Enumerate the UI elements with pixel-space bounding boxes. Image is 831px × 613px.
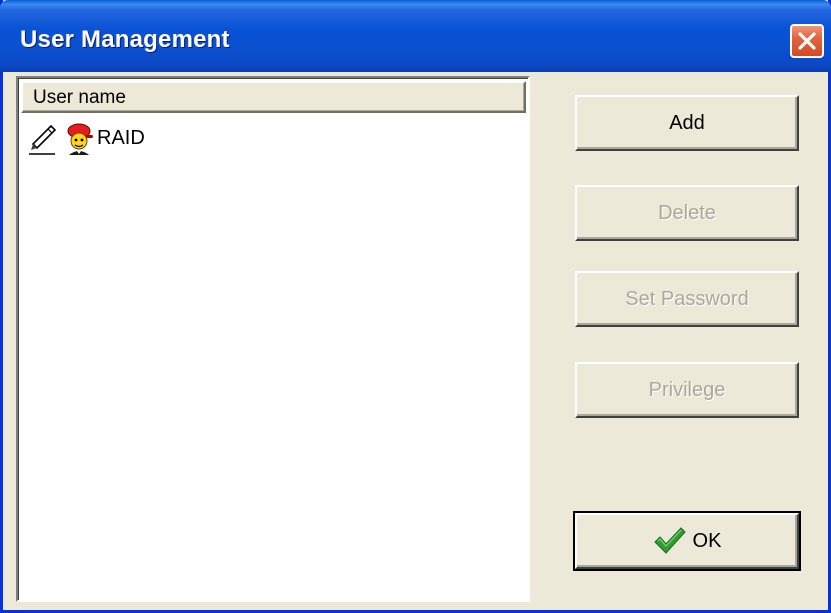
close-icon	[798, 32, 816, 50]
column-header-user-name[interactable]: User name	[21, 81, 526, 113]
title-bar[interactable]: User Management	[0, 0, 831, 72]
ok-button[interactable]: OK	[573, 511, 801, 571]
user-cap-icon	[67, 123, 93, 155]
pen-edit-icon	[29, 124, 57, 155]
checkmark-icon	[653, 527, 686, 554]
ok-button-label: OK	[692, 529, 722, 552]
close-button[interactable]	[790, 24, 824, 58]
add-button[interactable]: Add	[575, 95, 799, 151]
set-password-button[interactable]: Set Password	[575, 271, 799, 327]
privilege-button[interactable]: Privilege	[575, 362, 799, 418]
ok-button-content: OK	[653, 526, 722, 556]
user-management-dialog: User Management User name RAID Add Delet…	[0, 0, 831, 613]
column-header-label: User name	[33, 87, 126, 108]
list-item[interactable]: RAID	[23, 122, 323, 156]
window-title: User Management	[20, 26, 230, 53]
delete-button[interactable]: Delete	[575, 185, 799, 241]
user-name-label: RAID	[97, 127, 145, 149]
user-list[interactable]: User name RAID	[16, 76, 530, 602]
